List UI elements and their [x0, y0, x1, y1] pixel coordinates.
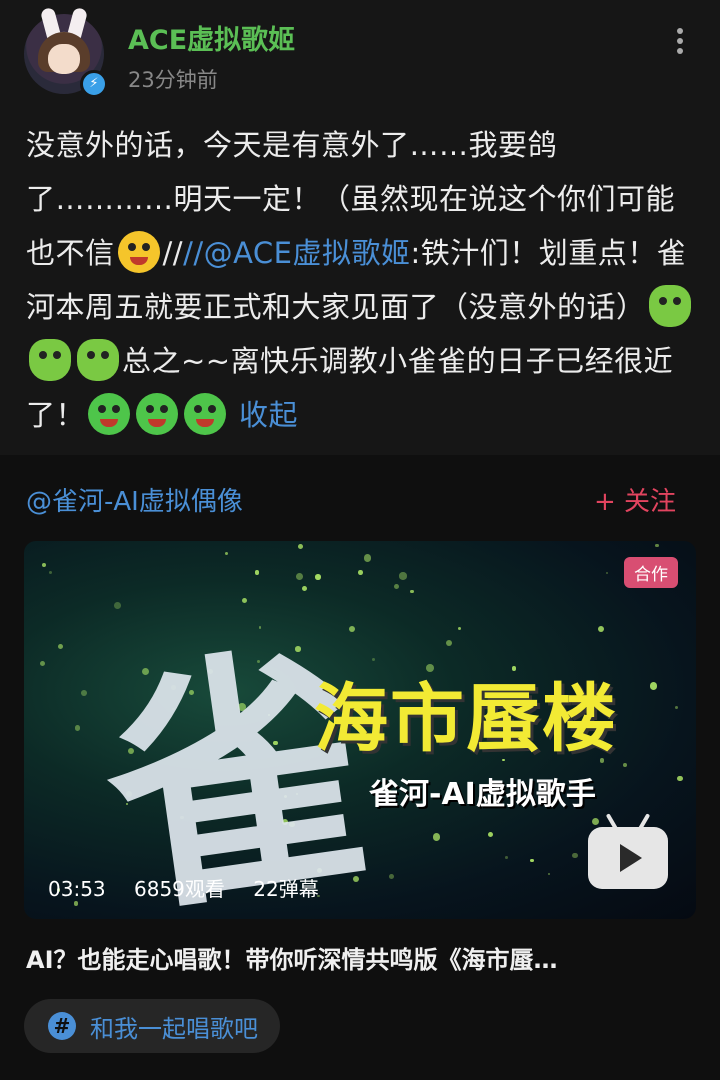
post-time: 23分钟前 [128, 68, 218, 92]
mention-link[interactable]: //@ACE虚拟歌姬 [183, 236, 410, 270]
collapse-link[interactable]: 收起 [239, 398, 298, 432]
post-header: ⚡ ACE虚拟歌姬 23分钟前 [0, 0, 720, 110]
sparkle-decoration [42, 563, 47, 568]
verified-icon: ⚡ [80, 70, 108, 98]
laugh-cry-emoji-icon [117, 231, 160, 273]
sparkle-decoration [410, 589, 415, 594]
post-body: 没意外的话，今天是有意外了……我要鸽了…………明天一定！（虽然现在说这个你们可能… [26, 118, 696, 442]
sparkle-decoration [432, 833, 441, 841]
sparkle-decoration [605, 571, 608, 575]
repost-card: @雀河-AI虚拟偶像 + 关注 雀 海市蜃楼 雀河-AI虚拟歌手 合作 03:5… [0, 455, 720, 1080]
sparkle-decoration [649, 682, 657, 690]
sparkle-decoration [58, 644, 64, 650]
play-icon[interactable] [588, 827, 668, 889]
sparkle-decoration [597, 626, 604, 632]
sparkle-decoration [487, 832, 493, 838]
video-stats: 03:53 6859观看 22弹幕 [48, 873, 341, 902]
sparkle-decoration [623, 762, 627, 767]
sparkle-decoration [74, 725, 81, 732]
follow-button[interactable]: + 关注 [594, 481, 676, 518]
coop-badge: 合作 [624, 557, 678, 588]
frog-emoji-icon [88, 393, 131, 435]
frog-emoji-icon [136, 393, 179, 435]
sparkle-decoration [445, 640, 453, 647]
sparkle-decoration [297, 544, 303, 549]
sparkle-decoration [399, 572, 407, 580]
sparkle-decoration [48, 571, 52, 575]
doge-emoji-icon [29, 339, 71, 381]
sparkle-decoration [572, 852, 578, 859]
sparkle-decoration [547, 872, 551, 876]
sparkle-decoration [39, 660, 46, 667]
sparkle-decoration [457, 627, 462, 631]
sparkle-decoration [348, 626, 356, 633]
sparkle-decoration [389, 874, 394, 879]
sparkle-decoration [358, 570, 363, 575]
hashtag-icon: # [48, 1012, 76, 1040]
repost-author-link[interactable]: @雀河-AI虚拟偶像 [26, 481, 243, 518]
video-danmaku: 22弹幕 [253, 877, 319, 901]
video-caption[interactable]: AI？也能走心唱歌！带你听深情共鸣版《海市蜃… [26, 940, 686, 975]
video-art-title: 海市蜃楼 [314, 676, 618, 762]
sparkle-decoration [504, 855, 508, 859]
video-thumbnail[interactable]: 雀 海市蜃楼 雀河-AI虚拟歌手 合作 03:53 6859观看 22弹幕 [24, 541, 696, 919]
author-name[interactable]: ACE虚拟歌姬 [128, 18, 295, 57]
sparkle-decoration [674, 705, 678, 709]
avatar-face [48, 44, 80, 74]
sparkle-decoration [363, 554, 372, 562]
sparkle-decoration [677, 776, 683, 782]
video-duration: 03:53 [48, 877, 106, 901]
sparkle-decoration [394, 583, 400, 589]
video-art-subtitle: 雀河-AI虚拟歌手 [369, 777, 596, 812]
more-vert-icon[interactable] [668, 28, 692, 58]
doge-emoji-icon [77, 339, 119, 381]
sparkle-decoration [80, 690, 87, 696]
topic-chip[interactable]: # 和我一起唱歌吧 [24, 999, 280, 1053]
sparkle-decoration [591, 817, 600, 826]
sparkle-decoration [529, 858, 534, 863]
sparkle-decoration [655, 543, 659, 548]
topic-label: 和我一起唱歌吧 [90, 1014, 258, 1043]
video-views: 6859观看 [134, 877, 225, 901]
frog-emoji-icon [184, 393, 227, 435]
sparkle-decoration [224, 551, 228, 556]
doge-emoji-icon [648, 285, 691, 327]
